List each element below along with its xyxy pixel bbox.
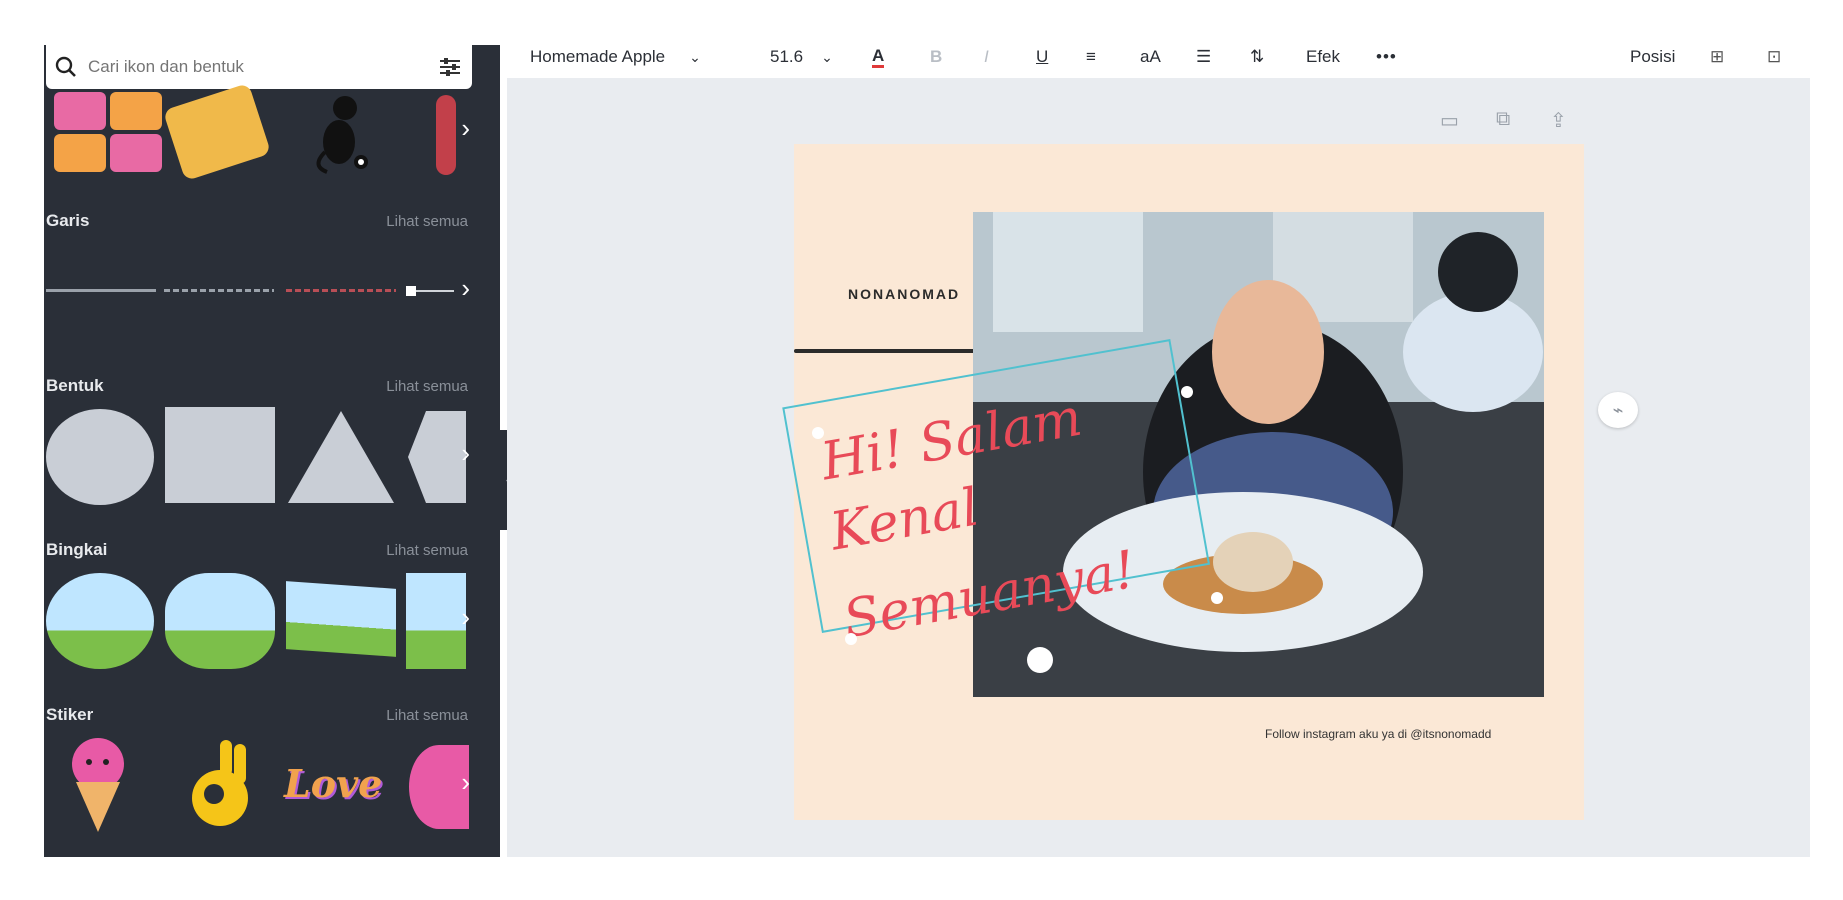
transparency-icon[interactable]: ⊞ [1710, 36, 1724, 78]
sticker-love[interactable]: Love [284, 761, 399, 811]
line-solid[interactable] [46, 289, 156, 292]
bold-icon[interactable]: B [930, 36, 942, 78]
illustration-card[interactable] [162, 82, 272, 182]
list-icon[interactable]: ☰ [1196, 36, 1211, 78]
text-color-icon[interactable]: A [872, 36, 885, 78]
line-red-dashed[interactable] [286, 289, 396, 292]
duplicate-icon[interactable]: ⧉ [1496, 108, 1510, 131]
text-toolbar: Homemade Apple ⌄ 51.6 ⌄ A B I U ≡ aA ☰ ⇅… [520, 36, 1810, 78]
underline-icon[interactable]: U [1036, 36, 1048, 78]
note-icon[interactable]: ▭ [1440, 108, 1459, 133]
bentuk-arrow-icon[interactable]: › [461, 438, 470, 469]
font-size-dropdown[interactable]: 51.6 ⌄ [770, 36, 833, 78]
illustration-lantern[interactable] [436, 95, 456, 175]
section-title-stiker: Stiker [46, 705, 94, 724]
font-size-value: 51.6 [770, 47, 804, 66]
chevron-down-icon: ⌄ [821, 48, 833, 65]
more-options-button[interactable]: ••• [1376, 36, 1397, 78]
align-icon[interactable]: ≡ [1086, 36, 1096, 78]
section-title-bentuk: Bentuk [46, 376, 104, 395]
see-all-stiker[interactable]: Lihat semua [386, 707, 468, 724]
section-title-bingkai: Bingkai [46, 540, 108, 559]
garis-arrow-icon[interactable]: › [461, 273, 470, 304]
illustration-women-grid[interactable] [54, 92, 162, 172]
selection-handle[interactable] [1181, 386, 1193, 398]
section-title-garis: Garis [46, 211, 90, 230]
font-family-dropdown[interactable]: Homemade Apple ⌄ [530, 36, 701, 78]
follow-text[interactable]: Follow instagram aku ya di @itsnonomadd [1265, 727, 1491, 741]
illustration-monkey[interactable] [309, 90, 369, 175]
shape-triangle[interactable] [286, 409, 396, 505]
selection-handle[interactable] [812, 427, 824, 439]
stiker-arrow-icon[interactable]: › [461, 767, 470, 798]
effects-button[interactable]: Efek [1306, 36, 1340, 78]
see-all-bentuk[interactable]: Lihat semua [386, 378, 468, 395]
search-icon [46, 56, 86, 78]
line-arrow[interactable] [406, 285, 461, 297]
frame-partial[interactable] [406, 573, 466, 669]
sticker-ice-cream[interactable] [66, 738, 130, 834]
frame-circle[interactable] [46, 573, 154, 669]
selection-handle[interactable] [1211, 592, 1223, 604]
brand-text[interactable]: NONANOMAD [848, 286, 960, 302]
filter-icon[interactable] [428, 56, 472, 78]
font-family-label: Homemade Apple [530, 47, 666, 66]
see-all-garis[interactable]: Lihat semua [386, 213, 468, 230]
add-comment-icon[interactable]: ⌁ [1598, 392, 1638, 428]
frame-skewed[interactable] [286, 581, 396, 657]
chevron-down-icon: ⌄ [689, 48, 701, 65]
bingkai-arrow-icon[interactable]: › [461, 602, 470, 633]
share-icon[interactable]: ⇪ [1550, 108, 1567, 133]
italic-icon[interactable]: I [984, 36, 989, 78]
shape-hexagon[interactable] [406, 409, 466, 505]
search-bar [46, 45, 472, 89]
scroll-right-arrow[interactable]: › [461, 113, 470, 144]
frame-scalloped[interactable] [165, 573, 275, 669]
sticker-ok-hand[interactable] [190, 738, 260, 834]
see-all-bingkai[interactable]: Lihat semua [386, 542, 468, 559]
link-icon[interactable]: ⊡ [1767, 36, 1781, 78]
selection-handle[interactable] [845, 633, 857, 645]
search-input[interactable] [86, 56, 428, 78]
position-button[interactable]: Posisi [1630, 36, 1675, 78]
spacing-icon[interactable]: ⇅ [1250, 36, 1264, 78]
text-case-button[interactable]: aA [1140, 36, 1161, 78]
elements-panel: › Garis Lihat semua › Bentuk Lihat semua… [44, 45, 500, 857]
shape-square[interactable] [165, 407, 275, 503]
line-dashed[interactable] [164, 289, 274, 292]
shape-circle[interactable] [46, 409, 154, 505]
sticker-donut[interactable] [409, 745, 469, 829]
